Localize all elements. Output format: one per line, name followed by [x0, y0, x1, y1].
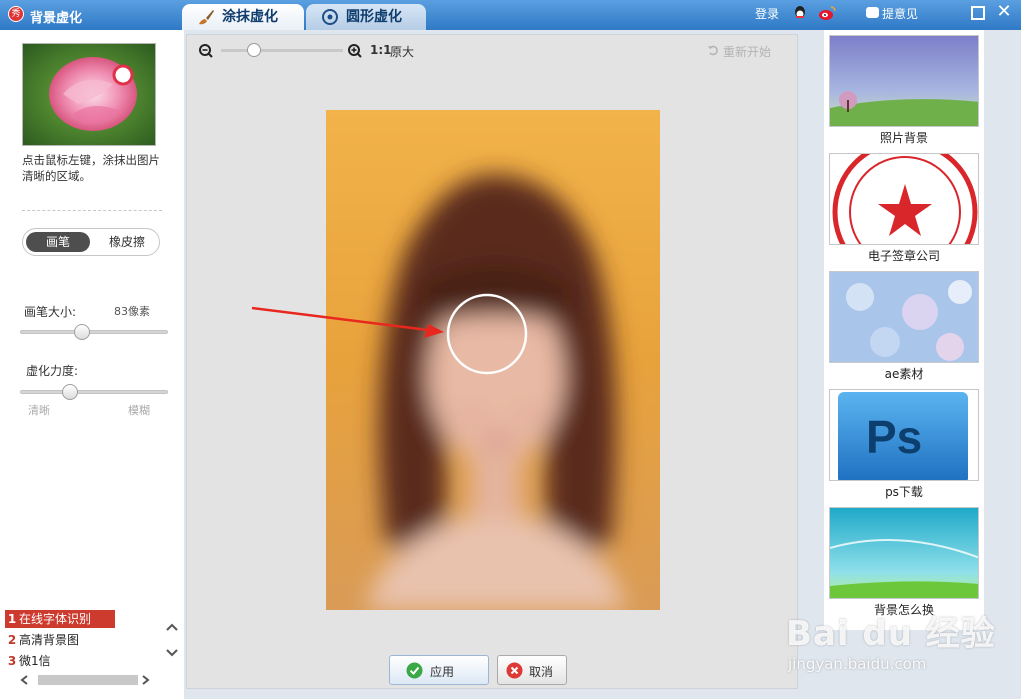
restart-button[interactable]: 重新开始	[723, 43, 771, 60]
zoom-toolbar: 1:1 原大 重新开始	[187, 35, 797, 67]
tab-circle-blur[interactable]: 圆形虚化	[306, 4, 426, 30]
brush-mode-button[interactable]: 画笔	[26, 232, 90, 252]
thumbnail	[829, 271, 979, 363]
title-bar: 秀 背景虚化 涂抹虚化 圆形虚化 登录 提意见 ✕	[0, 0, 1021, 30]
scroll-down-icon[interactable]	[164, 644, 180, 660]
blur-min-label: 清晰	[28, 404, 50, 417]
login-link[interactable]: 登录	[755, 5, 779, 22]
edited-photo[interactable]	[326, 110, 660, 610]
horizontal-scrollbar[interactable]	[18, 673, 158, 687]
zoom-out-icon[interactable]	[198, 43, 214, 59]
feedback-link[interactable]: 提意见	[882, 5, 918, 22]
brush-size-label: 画笔大小:	[24, 305, 77, 319]
instruction-text: 点击鼠标左键，涂抹出图片清晰的区域。	[22, 153, 160, 183]
rose-image	[23, 44, 155, 145]
blur-strength-slider-handle[interactable]	[62, 384, 79, 400]
check-icon	[406, 662, 423, 679]
list-item[interactable]: 2 高清背景图	[5, 631, 115, 649]
caption: 照片背景	[879, 131, 928, 145]
app-logo-icon: 秀	[8, 6, 24, 22]
flowers-image	[830, 272, 978, 362]
zoom-ratio-button[interactable]: 1:1	[370, 43, 392, 57]
thumbnail	[829, 153, 979, 245]
weibo-icon[interactable]	[818, 5, 836, 21]
window-title: 背景虚化	[30, 11, 83, 26]
tab-smear-blur[interactable]: 涂抹虚化	[182, 4, 304, 30]
scroll-left-icon[interactable]	[18, 673, 32, 687]
baidu-watermark: Bai du 经验	[786, 614, 996, 654]
tab-label: 涂抹虚化	[222, 9, 278, 25]
thumbnail	[829, 507, 979, 599]
brush-size-slider-handle[interactable]	[74, 324, 91, 340]
scrollbar-thumb[interactable]	[38, 675, 138, 685]
close-circle-icon	[506, 662, 523, 679]
blur-strength-slider[interactable]	[20, 390, 168, 394]
thumbnail	[829, 35, 979, 127]
brush-size-slider[interactable]	[20, 330, 168, 334]
maximize-button[interactable]	[971, 6, 985, 20]
zoom-slider-handle[interactable]	[246, 43, 261, 57]
mode-toggle: 画笔 橡皮擦	[22, 228, 160, 256]
cancel-button[interactable]: 取消	[497, 655, 567, 685]
zoom-in-icon[interactable]	[347, 43, 363, 59]
undo-icon	[708, 45, 718, 56]
eraser-mode-button[interactable]: 橡皮擦	[97, 232, 157, 252]
brush-size-value: 83像素	[114, 305, 150, 318]
left-panel: 点击鼠标左键，涂抹出图片清晰的区域。 画笔 橡皮擦 画笔大小: 83像素 虚化力…	[0, 30, 184, 699]
feedback-icon[interactable]	[866, 7, 879, 18]
circle-target-icon	[322, 9, 338, 25]
original-size-button[interactable]: 原大	[390, 43, 414, 60]
close-button[interactable]: ✕	[995, 3, 1013, 21]
landscape-image	[830, 36, 978, 126]
qq-icon[interactable]	[792, 5, 808, 21]
tab-label: 圆形虚化	[346, 9, 402, 25]
right-panel: 照片背景 电子签章公司 ae素材 Ps ps下载 背景怎么换	[824, 30, 984, 630]
zoom-slider[interactable]	[221, 49, 343, 52]
blur-strength-label: 虚化力度:	[26, 364, 79, 378]
thumbnail: Ps	[829, 389, 979, 481]
baidu-watermark-url: jingyan.baidu.com	[788, 655, 927, 673]
list-item[interactable]: 1 在线字体识别	[5, 610, 115, 628]
apply-button[interactable]: 应用	[389, 655, 489, 685]
blur-max-label: 模糊	[128, 404, 150, 417]
blurred-portrait-image	[326, 110, 660, 610]
caption: 电子签章公司	[867, 249, 940, 263]
seal-stamp-image	[830, 154, 978, 244]
suggestion-list: 1 在线字体识别 2 高清背景图 3 微1信	[5, 609, 165, 671]
grass-sky-image	[830, 508, 978, 598]
divider	[22, 210, 162, 211]
example-thumbnail	[22, 43, 156, 146]
scroll-right-icon[interactable]	[138, 673, 152, 687]
annotation-arrow-icon	[251, 306, 444, 338]
caption: ps下载	[885, 485, 923, 499]
caption: ae素材	[884, 367, 924, 381]
ps-logo-text: Ps	[866, 411, 923, 463]
scroll-up-icon[interactable]	[164, 620, 180, 636]
list-item[interactable]: 3 微1信	[5, 652, 115, 670]
brush-icon	[199, 10, 214, 25]
canvas-area: 1:1 原大 重新开始 应用 取消	[186, 34, 798, 689]
